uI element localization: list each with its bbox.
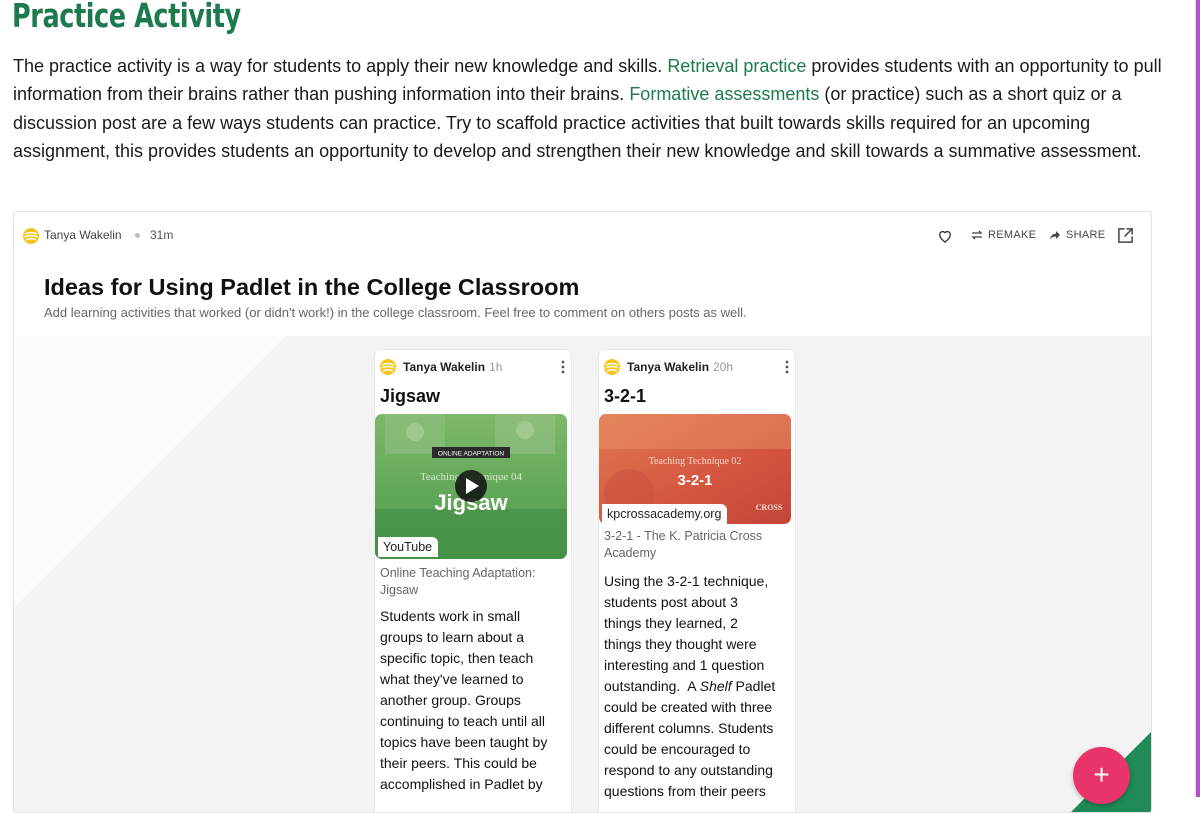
post-caption: Online Teaching Adaptation: Jigsaw: [380, 566, 536, 597]
more-vertical-icon[interactable]: [785, 359, 789, 375]
body-line: another group. Groups: [380, 692, 521, 708]
padlet-time: 31m: [150, 228, 174, 242]
thumb-badge: ONLINE ADAPTATION: [438, 451, 505, 458]
post-author: Tanya Wakelin 1h: [403, 360, 502, 374]
intro-text-1: The practice activity is a way for stude…: [13, 56, 668, 76]
body-line: things they learned, 2: [604, 615, 738, 631]
body-italic: Shelf: [699, 678, 732, 694]
post-body: Students work in small groups to learn a…: [380, 606, 565, 795]
body-line: interesting and 1 question: [604, 657, 765, 673]
body-line: students post about 3: [604, 594, 738, 610]
body-line: different columns. Students: [604, 720, 774, 736]
body-line: topics have been taught by: [380, 734, 548, 750]
share-icon: [1050, 231, 1060, 240]
body-line: what they've learned to: [380, 671, 524, 687]
formative-assessments-link[interactable]: Formative assessments: [629, 84, 819, 104]
body-line: Using the 3-2-1 technique,: [604, 573, 769, 589]
body-line: things they thought were: [604, 636, 757, 652]
thumb-big-text: 3-2-1: [677, 472, 712, 489]
author-avatar-icon: [380, 359, 396, 375]
post-author-name: Tanya Wakelin: [627, 360, 710, 374]
body-line: their peers. This could be: [380, 755, 537, 771]
author-avatar-icon: [23, 228, 39, 244]
retrieval-practice-link[interactable]: Retrieval practice: [667, 56, 806, 76]
body-text: Padlet: [731, 678, 776, 694]
remake-icon: [971, 230, 983, 240]
source-label: YouTube: [378, 537, 439, 557]
separator-dot: [135, 233, 140, 238]
post-title: Jigsaw: [380, 386, 441, 406]
body-line: continuing to teach until all: [380, 713, 545, 729]
link-thumbnail[interactable]: Teaching Technique 02 3-2-1 CROSS kpcros…: [599, 414, 791, 524]
body-line: outstanding. A Shelf Padlet: [604, 676, 789, 697]
post-title: 3-2-1: [604, 386, 647, 406]
author-avatar-icon: [604, 359, 620, 375]
body-line: Students work in small: [380, 608, 521, 624]
remake-label: REMAKE: [988, 229, 1037, 241]
padlet-wall: [14, 336, 1151, 812]
board-subtitle: Add learning activities that worked (or …: [44, 305, 747, 320]
more-vertical-icon[interactable]: [561, 359, 565, 375]
intro-paragraph: The practice activity is a way for stude…: [13, 52, 1163, 165]
add-post-button[interactable]: +: [1073, 747, 1130, 804]
body-text: outstanding. A: [604, 678, 700, 694]
body-line: respond to any outstanding: [604, 762, 773, 778]
heart-icon[interactable]: [936, 227, 954, 245]
post-card-jigsaw[interactable]: Tanya Wakelin 1h Jigsaw ONLINE ADAPTATIO…: [375, 350, 571, 812]
video-thumbnail[interactable]: ONLINE ADAPTATION Teaching Technique 04 …: [375, 414, 567, 559]
post-caption: 3-2-1 - The K. Patricia Cross Academy: [604, 529, 763, 560]
remake-button[interactable]: REMAKE: [971, 229, 1036, 241]
post-time: 1h: [489, 360, 503, 374]
body-line: questions from their peers: [604, 783, 766, 799]
source-label: kpcrossacademy.org: [602, 504, 728, 524]
post-card-3-2-1[interactable]: Tanya Wakelin 20h 3-2-1 Teaching Techniqu…: [599, 350, 795, 812]
body-line: could be encouraged to: [604, 741, 751, 757]
thumb-logo: CROSS: [756, 503, 783, 512]
post-author: Tanya Wakelin 20h: [627, 360, 733, 374]
page-title: Practice Activity: [12, 0, 241, 35]
thumb-line: Teaching Technique 02: [649, 456, 742, 467]
window-edge: [1196, 0, 1200, 797]
post-body: Using the 3-2-1 technique, students post…: [604, 571, 789, 802]
body-line: accomplished in Padlet by: [380, 776, 543, 792]
post-time: 20h: [713, 360, 734, 374]
board-title: Ideas for Using Padlet in the College Cl…: [44, 274, 580, 300]
share-button[interactable]: SHARE: [1049, 229, 1105, 241]
body-line: could be created with three: [604, 699, 773, 715]
body-line: groups to learn about a: [380, 629, 524, 645]
padlet-header-bar: Tanya Wakelin 31m REMAKE SHARE: [14, 212, 1151, 258]
post-author-name: Tanya Wakelin: [403, 360, 486, 374]
padlet-embed: Tanya Wakelin 31m REMAKE SHARE Ideas for…: [13, 211, 1152, 813]
open-external-icon[interactable]: [1117, 227, 1134, 244]
wall-background-shape: [14, 336, 286, 608]
body-line: specific topic, then teach: [380, 650, 534, 666]
padlet-author[interactable]: Tanya Wakelin: [44, 228, 122, 242]
share-label: SHARE: [1066, 229, 1106, 241]
